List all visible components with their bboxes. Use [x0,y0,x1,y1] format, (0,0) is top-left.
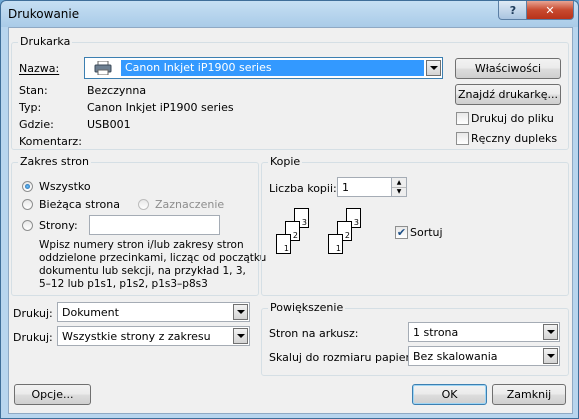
printer-group-label: Drukarka [18,35,73,48]
print-to-file-checkbox[interactable] [456,112,469,125]
manual-duplex-label[interactable]: Ręczny dupleks [471,132,557,145]
pages-input[interactable] [89,215,220,235]
range-pages-label[interactable]: Strony: [39,219,78,232]
options-button-label: Opcje... [31,388,74,401]
title-bar[interactable]: Drukowanie ? ✕ [1,1,578,27]
type-value: Canon Inkjet iP1900 series [87,101,234,114]
printer-select[interactable]: Canon Inkjet iP1900 series [84,57,443,79]
options-button[interactable]: Opcje... [14,384,91,405]
manual-duplex-checkbox[interactable] [456,132,469,145]
find-printer-button[interactable]: Znajdź drukarkę... [455,84,561,105]
status-value: Bezczynna [87,84,147,97]
scale-select[interactable]: Bez skalowania [408,346,560,366]
printer-icon [85,61,121,75]
help-button[interactable]: ? [498,1,528,20]
page-range-group-label: Zakres stron [18,155,91,168]
print-which-value: Wszystkie strony z zakresu [62,329,211,343]
zoom-group-label: Powiększenie [268,301,346,314]
print-which-select[interactable]: Wszystkie strony z zakresu [57,326,250,346]
spinner-arrows-icon[interactable]: ▲ ▼ [391,178,406,196]
chevron-down-icon[interactable] [543,324,558,340]
range-all-label[interactable]: Wszystko [39,180,91,193]
range-help-text: Wpisz numery stron i/lub zakresy stron o… [39,239,266,291]
printer-name-label: Nazwa: [19,62,60,75]
range-selection-radio[interactable] [138,199,149,210]
cancel-button[interactable]: Zamknij [492,384,566,405]
print-what-label: Drukuj: [13,307,53,320]
print-dialog: Drukowanie ? ✕ Drukarka Nazwa: Canon Ink… [0,0,579,419]
range-selection-label[interactable]: Zaznaczenie [155,198,224,211]
page-icon: 1 [276,234,291,254]
range-current-radio[interactable] [22,199,33,210]
print-which-label: Drukuj: [13,331,53,344]
pages-per-sheet-select[interactable]: 1 strona [408,322,560,342]
scale-value: Bez skalowania [413,349,498,363]
chevron-down-icon[interactable] [543,348,558,364]
window-title: Drukowanie [8,7,80,21]
status-label: Stan: [19,84,48,97]
chevron-down-icon[interactable] [426,60,441,76]
copies-count-spinner[interactable]: 1 ▲ ▼ [337,177,407,197]
chevron-down-icon[interactable] [233,304,248,320]
copies-count-label: Liczba kopii: [269,182,337,195]
close-icon: ✕ [545,3,555,17]
range-pages-radio[interactable] [22,220,33,231]
print-what-select[interactable]: Dokument [57,302,250,322]
where-value: USB001 [87,118,131,131]
help-icon: ? [509,3,517,17]
dialog-body: Drukarka Nazwa: Canon Inkjet iP1900 seri… [8,27,573,414]
range-help-line: 5–12 lub p1s1, p1s2, p1s3–p8s3 [39,278,208,290]
collate-label[interactable]: Sortuj [410,226,443,239]
copies-group-label: Kopie [268,155,303,168]
range-help-line: Wpisz numery stron i/lub zakresy stron [39,239,244,251]
print-what-value: Dokument [62,305,119,319]
find-printer-button-label: Znajdź drukarkę... [457,88,559,101]
type-label: Typ: [19,101,42,114]
where-label: Gdzie: [19,118,54,131]
pages-per-sheet-label: Stron na arkusz: [269,327,359,340]
checkmark-icon: ✔ [396,226,407,239]
print-to-file-label[interactable]: Drukuj do pliku [471,112,554,125]
comment-label: Komentarz: [19,135,82,148]
properties-button-label: Właściwości [474,62,542,75]
ok-button[interactable]: OK [412,384,487,405]
copies-count-value: 1 [342,180,349,194]
printer-select-value: Canon Inkjet iP1900 series [121,60,424,76]
range-help-line: oddzielone przecinkami, licząc od począt… [39,252,267,264]
page-icon: 1 [328,234,343,254]
cancel-button-label: Zamknij [506,388,552,401]
chevron-down-icon[interactable] [233,328,248,344]
pages-per-sheet-value: 1 strona [413,325,459,339]
scale-label: Skaluj do rozmiaru papieru: [269,351,421,364]
range-current-label[interactable]: Bieżąca strona [39,198,120,211]
range-all-radio[interactable] [22,181,33,192]
collate-checkbox[interactable]: ✔ [395,226,408,239]
range-help-line: dokumentu lub sekcji, na przykład 1, 3, [39,265,246,277]
close-button[interactable]: ✕ [526,1,574,20]
properties-button[interactable]: Właściwości [455,58,561,79]
ok-button-label: OK [441,388,458,401]
